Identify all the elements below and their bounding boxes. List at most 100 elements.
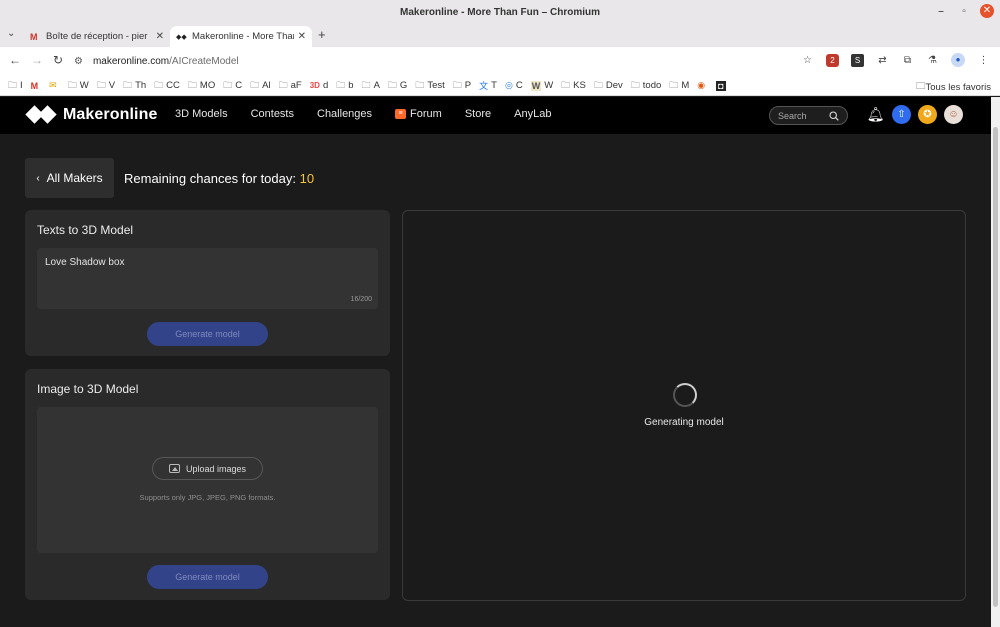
- gmail-icon: M: [30, 80, 39, 91]
- coins-icon[interactable]: ✪: [918, 105, 937, 124]
- bookmark-item[interactable]: 🗀 MO: [188, 78, 215, 94]
- remaining-chances: Remaining chances for today: 10: [124, 171, 314, 186]
- nav-forum[interactable]: ≡ Forum: [395, 108, 442, 120]
- tab-strip: ⌄ M Boîte de réception - pier ✕ ◆◆ Maker…: [0, 24, 1000, 47]
- nav-3d-models[interactable]: 3D Models: [175, 108, 228, 120]
- bookmark-item[interactable]: 🗀 M: [669, 78, 689, 94]
- mail-icon: ✉: [49, 80, 57, 90]
- image-drop-zone[interactable]: Upload images Supports only JPG, JPEG, P…: [37, 407, 378, 553]
- nav-anylab[interactable]: AnyLab: [514, 108, 551, 120]
- bookmark-star-icon[interactable]: ☆: [801, 55, 814, 66]
- close-window-icon[interactable]: ✕: [980, 4, 994, 18]
- tab-close-icon[interactable]: ✕: [156, 31, 164, 42]
- nav-contests[interactable]: Contests: [251, 108, 294, 120]
- bookmark-item[interactable]: 🗀 todo: [631, 78, 662, 94]
- extension-translate-icon[interactable]: ⇄: [876, 55, 889, 66]
- bookmark-item[interactable]: 🗀 b: [336, 78, 353, 94]
- bookmark-item[interactable]: 🗀 C: [223, 78, 242, 94]
- search-icon[interactable]: [829, 110, 839, 121]
- window-titlebar: Makeronline - More Than Fun – Chromium –…: [0, 0, 1000, 24]
- folder-icon: 🗀: [387, 79, 397, 90]
- model-preview-area: Generating model: [402, 210, 966, 601]
- bookmark-item[interactable]: 🗀 A: [362, 78, 380, 94]
- makeronline-logo[interactable]: Makeronline: [25, 105, 158, 125]
- copilot-icon: ◎: [504, 80, 513, 90]
- firefox-icon: ◉: [697, 80, 706, 90]
- extension-s-icon[interactable]: S: [851, 53, 864, 67]
- extensions-puzzle-icon[interactable]: ⧉: [901, 55, 914, 66]
- bookmark-item[interactable]: 🗀 Dev: [594, 78, 623, 94]
- prompt-input[interactable]: Love Shadow box: [45, 257, 365, 293]
- tab-gmail[interactable]: M Boîte de réception - pier ✕: [24, 26, 170, 47]
- generate-from-text-button[interactable]: Generate model: [147, 322, 268, 346]
- bookmark-item[interactable]: 🗀 G: [388, 78, 407, 94]
- folder-icon: 🗀: [8, 79, 18, 90]
- char-counter: 16/200: [350, 296, 372, 303]
- back-arrow-icon[interactable]: ←: [9, 53, 21, 67]
- folder-icon: 🗀: [669, 79, 679, 90]
- browser-menu-icon[interactable]: ⋮: [977, 55, 990, 66]
- bookmark-item[interactable]: 3D d: [310, 80, 329, 91]
- header-actions: 🔔︎ ⇧ ✪ ☺: [866, 105, 963, 124]
- tab-makeronline[interactable]: ◆◆ Makeronline - More Than ✕: [170, 26, 312, 47]
- bookmark-item[interactable]: 🗀 I: [8, 78, 23, 94]
- bookmark-item[interactable]: 🗀 Th: [123, 78, 146, 94]
- bookmark-item[interactable]: ◉: [697, 80, 708, 91]
- minimize-icon[interactable]: –: [934, 6, 948, 17]
- reload-icon[interactable]: ↻: [53, 53, 63, 67]
- bookmark-item[interactable]: 文T: [479, 79, 497, 92]
- address-bar[interactable]: ⚙ makeronline.com/AICreateModel: [74, 51, 834, 72]
- upload-images-button[interactable]: Upload images: [152, 457, 263, 480]
- forward-arrow-icon[interactable]: →: [31, 53, 43, 67]
- site-header: Makeronline 3D Models Contests Challenge…: [0, 97, 991, 134]
- tab-close-icon[interactable]: ✕: [298, 31, 306, 42]
- brand-name: Makeronline: [63, 106, 158, 123]
- maximize-icon[interactable]: ▫: [957, 6, 971, 17]
- 3d-icon: 3D: [309, 81, 320, 90]
- profile-avatar-icon[interactable]: ●: [951, 53, 965, 67]
- folder-icon: 🗀: [154, 79, 164, 90]
- folder-icon: 🗀: [630, 79, 640, 90]
- folder-icon: 🗀: [123, 79, 133, 90]
- bookmark-item[interactable]: 🗀 V: [97, 78, 115, 94]
- bookmark-item[interactable]: WW: [530, 80, 553, 91]
- prompt-box: Love Shadow box 16/200: [37, 248, 378, 309]
- extension-red-icon[interactable]: 2: [826, 53, 839, 67]
- bookmark-item[interactable]: 🗀 aF: [279, 78, 302, 94]
- upload-cloud-icon[interactable]: ⇧: [892, 105, 911, 124]
- text-to-3d-panel: Texts to 3D Model Love Shadow box 16/200…: [25, 210, 390, 356]
- bookmark-item[interactable]: 🗀 Test: [415, 78, 444, 94]
- notification-bell-icon[interactable]: 🔔︎: [866, 105, 885, 124]
- page-scrollbar[interactable]: [991, 97, 1000, 627]
- folder-icon: 🗀: [67, 79, 77, 90]
- site-info-icon[interactable]: ⚙: [74, 56, 83, 67]
- forum-badge-icon: ≡: [395, 109, 407, 119]
- nav-challenges[interactable]: Challenges: [317, 108, 372, 120]
- all-bookmarks-folder[interactable]: 🗀 Tous les favoris: [916, 79, 991, 95]
- remaining-label: Remaining chances for today:: [124, 171, 300, 186]
- nav-store[interactable]: Store: [465, 108, 491, 120]
- bookmark-item[interactable]: ◘: [716, 80, 728, 91]
- scrollbar-thumb[interactable]: [993, 127, 998, 607]
- chevron-left-icon: ‹: [36, 172, 40, 184]
- bookmark-item[interactable]: 🗀 W: [68, 78, 89, 94]
- main-nav: 3D Models Contests Challenges ≡ Forum Sto…: [175, 108, 574, 120]
- logo-diamonds-icon: [25, 105, 58, 125]
- upload-format-hint: Supports only JPG, JPEG, PNG formats.: [139, 493, 276, 502]
- folder-icon: 🗀: [96, 79, 106, 90]
- new-tab-button[interactable]: +: [318, 27, 326, 42]
- bookmark-item[interactable]: 🗀 KS: [561, 78, 586, 94]
- all-makers-back-button[interactable]: ‹ All Makers: [25, 158, 114, 198]
- bookmark-item[interactable]: 🗀 CC: [154, 78, 180, 94]
- folder-icon: 🗀: [593, 79, 603, 90]
- bookmark-item[interactable]: 🗀 P: [453, 78, 471, 94]
- bookmark-item[interactable]: ◎ C: [505, 80, 523, 91]
- generate-from-image-button[interactable]: Generate model: [147, 565, 268, 589]
- labs-flask-icon[interactable]: ⚗: [926, 55, 939, 66]
- user-avatar[interactable]: ☺: [944, 105, 963, 124]
- bookmark-item[interactable]: ✉: [49, 80, 60, 91]
- bookmark-item[interactable]: M: [31, 81, 42, 91]
- bookmark-item[interactable]: 🗀 Al: [250, 78, 270, 94]
- search-input[interactable]: [778, 110, 829, 121]
- tab-search-chevron-icon[interactable]: ⌄: [7, 28, 15, 39]
